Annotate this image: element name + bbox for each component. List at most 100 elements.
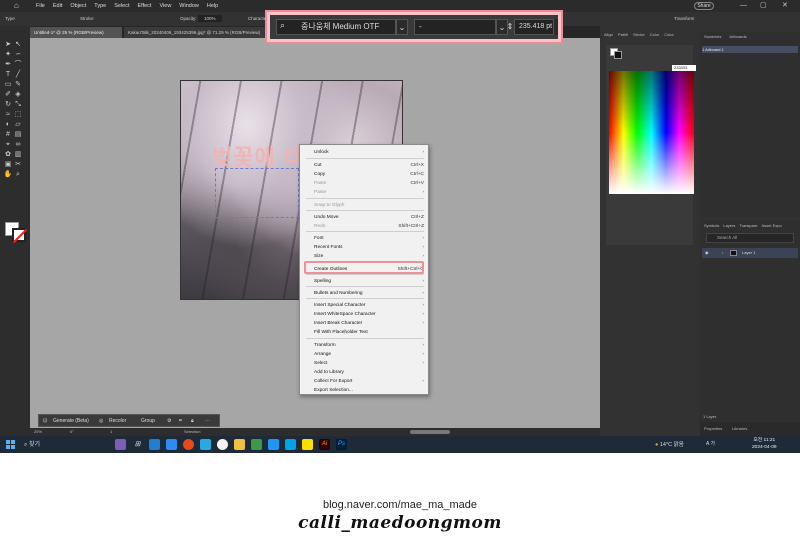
context-menu-item[interactable]: Recent Fonts › bbox=[314, 243, 424, 252]
mesh-tool-icon[interactable]: # bbox=[3, 130, 13, 140]
tab-libraries[interactable]: Libraries bbox=[732, 426, 747, 431]
perspective-icon[interactable]: ▱ bbox=[13, 120, 23, 130]
visibility-icon[interactable]: ◉ bbox=[705, 248, 709, 258]
excel-icon[interactable] bbox=[251, 439, 262, 450]
rectangle-tool-icon[interactable]: ▭ bbox=[3, 80, 13, 90]
context-menu-item[interactable]: Export Selection... bbox=[314, 386, 424, 395]
menu-file[interactable]: File bbox=[36, 0, 45, 12]
horizontal-scrollbar[interactable] bbox=[410, 430, 450, 434]
tab-pathfinder[interactable]: Pathfi bbox=[618, 32, 628, 40]
menu-edit[interactable]: Edit bbox=[53, 0, 62, 12]
context-menu-item[interactable]: Cut Ctrl+X bbox=[314, 161, 424, 170]
weather-widget[interactable]: ● 14°C 맑음 bbox=[655, 440, 684, 448]
store-icon[interactable] bbox=[285, 439, 296, 450]
menu-effect[interactable]: Effect bbox=[138, 0, 152, 12]
line-tool-icon[interactable]: ╱ bbox=[13, 70, 23, 80]
context-menu-item[interactable]: Copy Ctrl+C bbox=[314, 170, 424, 179]
tab-color-guide[interactable]: Color bbox=[650, 32, 660, 40]
tab-transparency[interactable]: Transpare bbox=[739, 223, 757, 228]
type-tool-icon[interactable]: T bbox=[3, 70, 13, 80]
slice-tool-icon[interactable]: ✂ bbox=[13, 160, 23, 170]
context-menu-item[interactable]: Transform › bbox=[314, 341, 424, 350]
context-menu-item[interactable]: Unlock › bbox=[314, 148, 424, 157]
layer-row[interactable]: ◉ › Layer 1 bbox=[702, 248, 798, 258]
more-icon[interactable]: ⋯ bbox=[205, 418, 210, 424]
windows-start-icon[interactable] bbox=[6, 440, 15, 449]
tab-artboards[interactable]: Artboards bbox=[729, 34, 746, 39]
tab-properties[interactable]: Properties bbox=[704, 426, 722, 431]
clock[interactable]: 오전 11:21 2024-04-09 bbox=[752, 437, 777, 451]
context-menu-item[interactable]: Bullets and Numbering › bbox=[314, 289, 424, 298]
gradient-tool-icon[interactable]: ▤ bbox=[13, 130, 23, 140]
share-button[interactable]: Share bbox=[694, 2, 714, 10]
context-menu-item[interactable]: Collect For Export › bbox=[314, 377, 424, 386]
tab-symbols[interactable]: Symbols bbox=[704, 223, 719, 228]
menu-select[interactable]: Select bbox=[114, 0, 129, 12]
group-button[interactable]: Group bbox=[141, 418, 155, 424]
lasso-icon[interactable]: ∽ bbox=[13, 50, 23, 60]
generate-button[interactable]: Generate (Beta) bbox=[53, 418, 89, 424]
tab-align[interactable]: Align bbox=[604, 32, 613, 40]
layer-name[interactable]: Layer 1 bbox=[742, 248, 755, 258]
font-style-field[interactable]: - bbox=[414, 19, 496, 35]
expand-layer-icon[interactable]: › bbox=[722, 248, 723, 258]
hand-tool-icon[interactable]: ✋ bbox=[3, 170, 13, 180]
opacity-input[interactable]: 100% bbox=[198, 15, 222, 22]
illustrator-icon[interactable]: Ai bbox=[319, 439, 330, 450]
context-menu-item[interactable]: Insert WhiteSpace Character › bbox=[314, 310, 424, 319]
character-label[interactable]: Characte bbox=[248, 16, 266, 21]
context-menu-item[interactable]: Snap to Glyph bbox=[314, 201, 424, 210]
menu-type[interactable]: Type bbox=[94, 0, 106, 12]
eyedropper-icon[interactable]: ⌖ bbox=[3, 140, 13, 150]
selection-bounding-box[interactable] bbox=[215, 168, 299, 218]
edge-icon[interactable] bbox=[149, 439, 160, 450]
context-menu-item[interactable]: Spelling › bbox=[314, 277, 424, 286]
shaper-icon[interactable]: ✐ bbox=[3, 90, 13, 100]
taskbar-search[interactable]: ⌕ 찾기 bbox=[24, 439, 40, 449]
mail-icon[interactable] bbox=[268, 439, 279, 450]
context-menu-item[interactable]: Paste › bbox=[314, 188, 424, 197]
blend-tool-icon[interactable]: ∞ bbox=[13, 140, 23, 150]
magic-wand-icon[interactable]: ✦ bbox=[3, 50, 13, 60]
page-number[interactable]: 1 bbox=[110, 429, 112, 434]
context-menu-item[interactable]: Font › bbox=[314, 234, 424, 243]
maximize-icon[interactable]: ▢ bbox=[760, 0, 767, 12]
context-menu-item[interactable]: Insert Special Character › bbox=[314, 301, 424, 310]
recolor-button[interactable]: Recolor bbox=[109, 418, 126, 424]
tab-untitled[interactable]: Untitled-1* @ 25 % (RGB/Preview) bbox=[30, 27, 122, 38]
cartoon-app-icon[interactable] bbox=[115, 439, 126, 450]
eraser-icon[interactable]: ◈ bbox=[13, 90, 23, 100]
paintbrush-icon[interactable]: ✎ bbox=[13, 80, 23, 90]
graph-tool-icon[interactable]: ▥ bbox=[13, 150, 23, 160]
lock-icon[interactable]: 🔒︎ bbox=[191, 418, 194, 424]
scale-tool-icon[interactable]: ⤡ bbox=[13, 100, 23, 110]
twitter-icon[interactable] bbox=[200, 439, 211, 450]
context-menu-item[interactable]: Select › bbox=[314, 359, 424, 368]
menu-window[interactable]: Window bbox=[179, 0, 199, 12]
context-menu-item[interactable]: Undo Move Ctrl+Z bbox=[314, 213, 424, 222]
symbol-sprayer-icon[interactable]: ✿ bbox=[3, 150, 13, 160]
home-icon[interactable]: ⌂ bbox=[14, 1, 26, 11]
zoom-tool-icon[interactable]: ⌕ bbox=[13, 170, 23, 180]
layers-search-input[interactable]: Search All bbox=[706, 233, 794, 243]
tab-layers[interactable]: Layers bbox=[723, 223, 735, 228]
kakaotalk-icon[interactable] bbox=[302, 439, 313, 450]
context-menu-item[interactable]: Size › bbox=[314, 252, 424, 261]
tab-color[interactable]: Color bbox=[664, 32, 674, 40]
free-transform-icon[interactable]: ⬚ bbox=[13, 110, 23, 120]
chrome-icon[interactable] bbox=[183, 439, 194, 450]
font-size-dropdown-icon[interactable] bbox=[554, 19, 558, 35]
artboard-row[interactable]: 1 Artboard 1 bbox=[702, 46, 798, 53]
stroke-color-chip[interactable] bbox=[614, 51, 622, 59]
edge-browser-icon[interactable] bbox=[166, 439, 177, 450]
tab-asset-export[interactable]: Asset Expo bbox=[761, 223, 781, 228]
font-family-dropdown-icon[interactable]: ⌄ bbox=[396, 19, 408, 35]
context-menu-item[interactable]: Redo Shift+Ctrl+Z bbox=[314, 222, 424, 231]
tab-swatches[interactable]: Swatches bbox=[704, 34, 721, 39]
context-menu-item[interactable]: Fill With Placeholder Text bbox=[314, 328, 424, 337]
task-view-icon[interactable]: ⊞ bbox=[132, 439, 143, 450]
selection-tool-icon[interactable]: ➤ bbox=[3, 40, 13, 50]
shape-builder-icon[interactable]: ◐ bbox=[3, 120, 13, 130]
minimize-icon[interactable]: — bbox=[740, 0, 747, 12]
context-menu-item[interactable]: Arrange › bbox=[314, 350, 424, 359]
